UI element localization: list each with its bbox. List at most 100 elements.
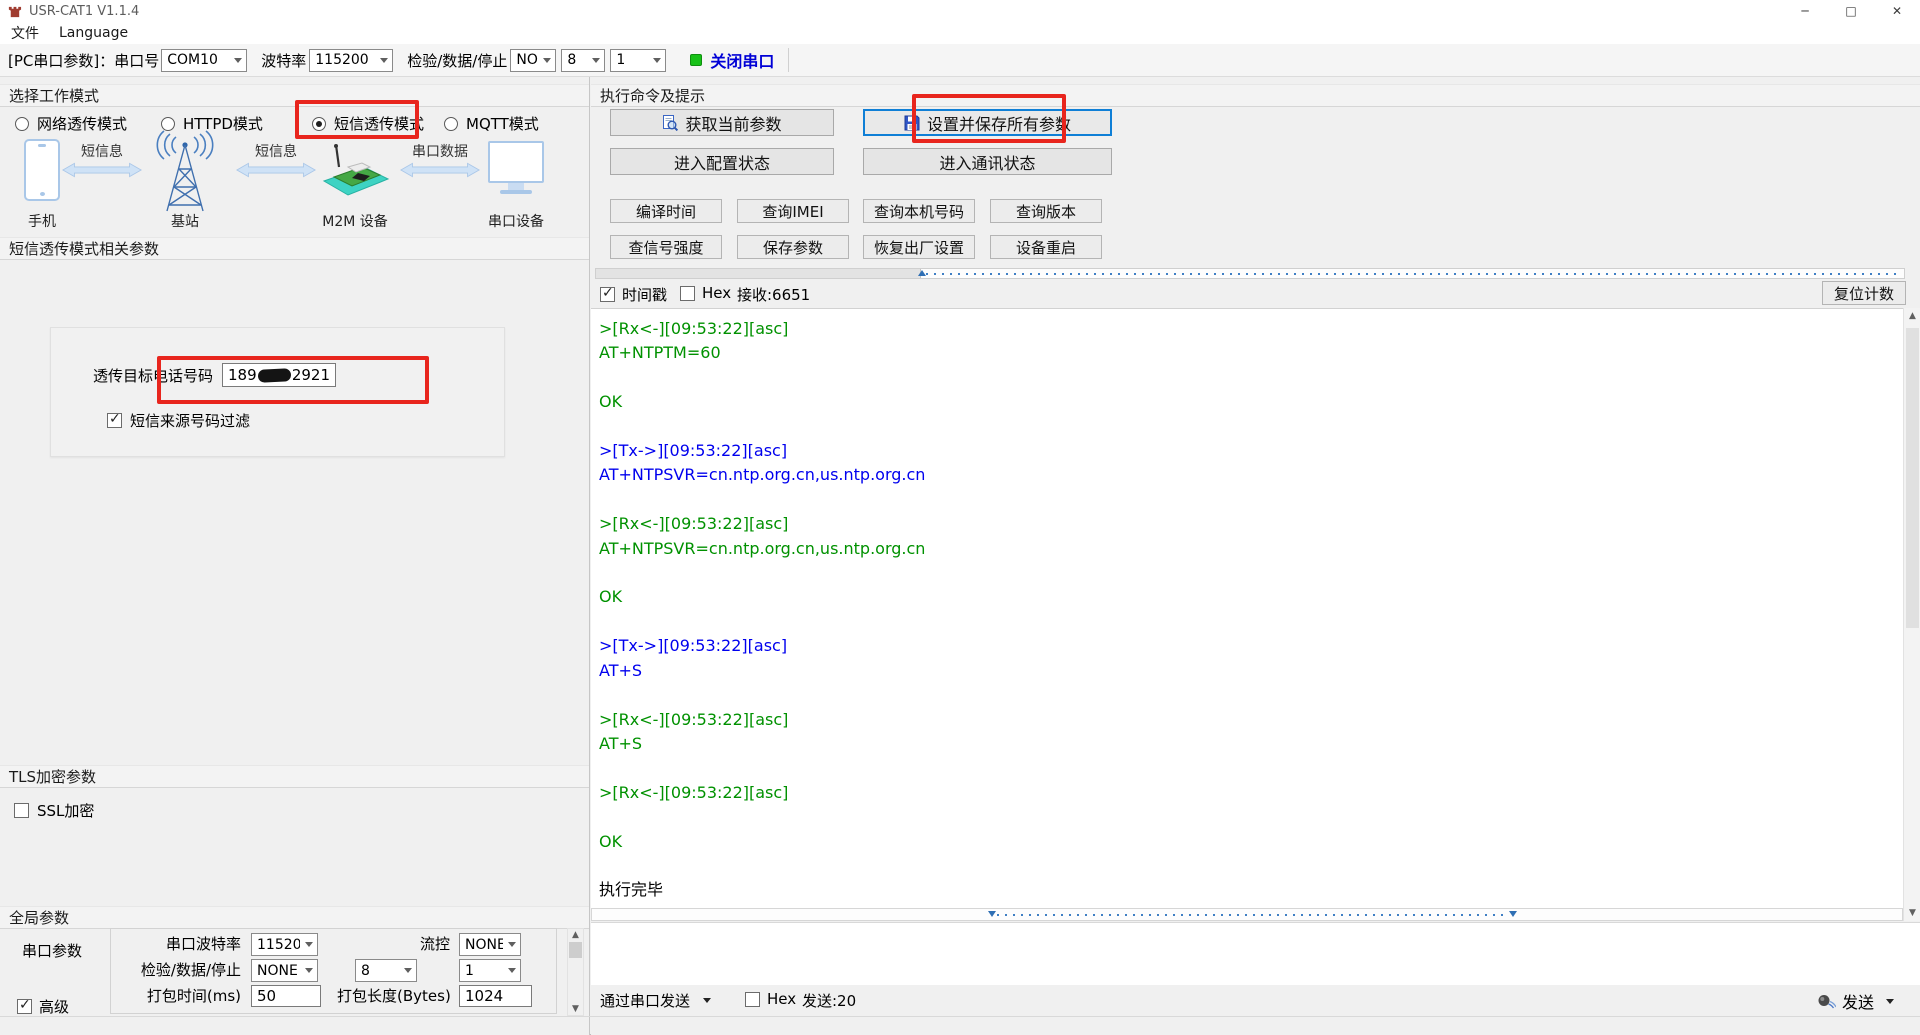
advanced-checkbox[interactable]: 高级 [17,996,69,1017]
chevron-down-icon [1886,999,1894,1004]
log-hscrollbar-bottom[interactable] [591,908,1903,921]
global-params-header: 全局参数 [0,906,589,929]
log-line: >[Rx<-][09:53:22][asc] [599,317,1903,341]
enter-comm-button[interactable]: 进入通讯状态 [863,148,1112,175]
hex-send-checkbox[interactable]: Hex [745,990,796,1008]
query-version-button[interactable]: 查询版本 [990,199,1102,223]
port-open-indicator-icon [690,54,702,66]
log-line [599,683,1903,707]
radio-mqtt-mode[interactable]: MQTT模式 [444,113,539,134]
chevron-down-icon [508,968,516,973]
compile-time-button[interactable]: 编译时间 [610,199,722,223]
gp-stopbits-select[interactable]: 1 [459,959,521,982]
redaction-scribble [257,368,291,383]
log-line: >[Tx->][09:53:22][asc] [599,634,1903,658]
sms-filter-checkbox[interactable]: 短信来源号码过滤 [107,410,250,431]
parity-label: 检验/数据/停止 [407,50,507,71]
log-output[interactable]: >[Rx<-][09:53:22][asc]AT+NTPTM=60 OK >[T… [591,308,1903,908]
gp-baud-label: 串口波特率 [111,933,241,956]
log-line: OK [599,390,1903,414]
scroll-up-icon[interactable]: ▲ [572,930,579,940]
get-params-button[interactable]: 获取当前参数 [610,109,834,136]
global-scrollbar[interactable]: ▲ ▼ [567,928,584,1016]
chevron-down-icon [703,998,711,1003]
chevron-down-icon [380,58,388,63]
station-label: 基站 [150,211,220,231]
gp-parity-label: 检验/数据/停止 [111,959,241,982]
gp-packlen-input[interactable]: 1024 [459,985,532,1007]
ssl-checkbox[interactable]: SSL加密 [14,800,94,821]
gp-databits-select[interactable]: 8 [355,959,417,982]
gp-baud-select[interactable]: 115200 [251,933,318,956]
app-icon [7,4,22,19]
reset-count-button[interactable]: 复位计数 [1822,281,1906,305]
title-bar: USR-CAT1 V1.1.4 ─ □ ✕ [0,0,1920,22]
log-hscrollbar-top[interactable] [595,268,1905,279]
radio-net-mode[interactable]: 网络透传模式 [15,113,127,134]
double-arrow-icon [62,161,142,179]
factory-reset-button[interactable]: 恢复出厂设置 [863,235,975,259]
scroll-thumb[interactable] [569,942,582,958]
sms-params-box: 透传目标电话号码 189 2921 短信来源号码过滤 [50,327,505,457]
sms-params-header: 短信透传模式相关参数 [0,237,589,260]
link1-label: 短信息 [62,141,142,161]
close-button[interactable]: ✕ [1874,0,1920,22]
send-button[interactable]: 发送 [1816,989,1894,1013]
enter-config-button[interactable]: 进入配置状态 [610,148,834,175]
scroll-thumb[interactable] [1906,328,1919,628]
log-line [599,488,1903,512]
checkbox-checked-icon [17,999,32,1014]
timestamp-checkbox[interactable]: 时间戳 [600,284,667,305]
log-line: AT+S [599,659,1903,683]
chevron-down-icon [404,968,412,973]
baud-select[interactable]: 115200 [309,49,393,72]
log-line [599,854,1903,878]
com-port-select[interactable]: COM10 [161,49,247,72]
toolbar-separator [788,48,789,72]
log-line [599,610,1903,634]
checkbox-unchecked-icon [745,992,760,1007]
log-line: AT+S [599,732,1903,756]
scroll-track-dots [997,914,1507,916]
minimize-button[interactable]: ─ [1782,0,1828,22]
gp-packtime-input[interactable]: 50 [251,985,321,1007]
device-restart-button[interactable]: 设备重启 [990,235,1102,259]
log-vscrollbar[interactable]: ▲ ▼ [1903,308,1920,921]
query-phone-number-button[interactable]: 查询本机号码 [863,199,975,223]
gp-parity-select[interactable]: NONE [251,959,318,982]
log-lines: >[Rx<-][09:53:22][asc]AT+NTPTM=60 OK >[T… [599,317,1903,903]
window-title: USR-CAT1 V1.1.4 [29,4,139,19]
gp-flow-select[interactable]: NONE [459,933,521,956]
baud-label: 波特率 [261,50,306,71]
app-window: USR-CAT1 V1.1.4 ─ □ ✕ 文件 Language [PC串口参… [0,0,1920,1035]
query-signal-button[interactable]: 查信号强度 [610,235,722,259]
scroll-up-icon[interactable]: ▲ [1904,311,1920,321]
maximize-button[interactable]: □ [1828,0,1874,22]
scroll-down-icon[interactable]: ▼ [1904,908,1920,918]
menu-file[interactable]: 文件 [11,23,39,43]
scroll-down-icon[interactable]: ▼ [572,1004,579,1014]
mode-diagram: 手机 短信息 基站 短信息 [0,133,590,239]
save-params-button[interactable]: 保存参数 [737,235,849,259]
send-via-serial-dropdown[interactable]: 通过串口发送 [600,990,711,1011]
m2m-device-icon [316,143,392,199]
scroll-thumb[interactable] [596,269,921,278]
sent-count: 发送:20 [802,990,856,1011]
radio-sms-mode[interactable]: 短信透传模式 [312,113,424,134]
save-all-params-button[interactable]: 设置并保存所有参数 [863,109,1112,136]
serial-params-label: 串口参数 [22,940,82,961]
log-line: >[Rx<-][09:53:22][asc] [599,781,1903,805]
databits-select[interactable]: 8 [561,49,605,72]
log-line [599,805,1903,829]
log-line: >[Rx<-][09:53:22][asc] [599,512,1903,536]
send-bar: 通过串口发送 Hex 发送:20 发送 [591,986,1920,1016]
close-port-button[interactable]: 关闭串口 [690,48,774,72]
menu-bar: 文件 Language [0,22,1920,44]
parity-select[interactable]: NONI [510,49,556,72]
send-input-area[interactable] [591,922,1920,985]
query-imei-button[interactable]: 查询IMEI [737,199,849,223]
menu-language[interactable]: Language [59,25,128,41]
stopbits-select[interactable]: 1 [610,49,666,72]
phone-number-input[interactable]: 189 2921 [222,363,336,387]
hex-display-checkbox[interactable]: Hex [680,284,731,302]
